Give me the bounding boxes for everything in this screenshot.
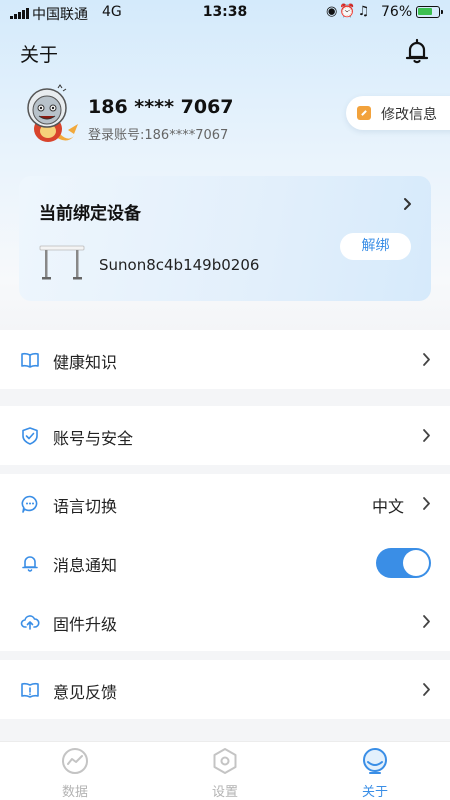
- shield-icon: [22, 427, 38, 445]
- book-icon: [21, 352, 39, 368]
- notification-toggle[interactable]: [376, 548, 431, 578]
- page-title: 关于: [20, 44, 59, 66]
- menu-group-feedback: 意见反馈: [0, 660, 450, 719]
- tab-data[interactable]: 数据: [35, 742, 115, 800]
- menu-label-notification: 消息通知: [53, 556, 118, 575]
- battery-percent: 76%: [381, 4, 413, 20]
- chat-bubble-icon: [21, 495, 38, 513]
- chevron-right-icon: [404, 198, 411, 210]
- battery-icon: [416, 6, 443, 18]
- tab-label-data: 数据: [61, 785, 88, 800]
- menu-label-language: 语言切换: [53, 497, 118, 516]
- edit-profile-button[interactable]: 修改信息: [346, 96, 450, 130]
- chevron-right-icon: [423, 497, 430, 510]
- menu-group-preferences: 语言切换 中文 消息通知 固件升级: [0, 474, 450, 651]
- login-account: 登录账号:186****7067: [88, 128, 229, 143]
- standing-desk-icon: [39, 245, 85, 280]
- bottom-tab-bar: 数据 设置 关于: [0, 741, 450, 800]
- status-bar: 中国联通 4G 13:38 ◉⏰♫ 76%: [0, 0, 450, 26]
- menu-item-language[interactable]: 语言切换 中文: [0, 474, 450, 533]
- chevron-right-icon: [423, 683, 430, 696]
- about-icon: [363, 748, 387, 774]
- unbind-button[interactable]: 解绑: [340, 233, 411, 260]
- chevron-right-icon: [423, 353, 430, 366]
- cloud-upload-icon: [20, 615, 40, 630]
- language-value: 中文: [371, 497, 404, 516]
- device-name: Sunon8c4b149b0206: [99, 256, 260, 274]
- edit-profile-label: 修改信息: [381, 107, 437, 123]
- hexagon-settings-icon: [213, 748, 237, 774]
- menu-item-firmware[interactable]: 固件升级: [0, 592, 450, 651]
- user-phone: 186 **** 7067: [88, 96, 234, 118]
- tab-label-settings: 设置: [211, 785, 238, 800]
- feedback-book-icon: [21, 682, 39, 698]
- battery-fill: [418, 8, 433, 15]
- menu-label-firmware: 固件升级: [53, 615, 118, 634]
- menu-item-feedback[interactable]: 意见反馈: [0, 660, 450, 719]
- menu-item-security[interactable]: 账号与安全: [0, 406, 450, 465]
- toggle-knob: [403, 550, 429, 576]
- device-card-title: 当前绑定设备: [39, 204, 141, 224]
- menu-label-feedback: 意见反馈: [53, 683, 118, 702]
- chevron-right-icon: [423, 429, 430, 442]
- bell-icon: [22, 556, 38, 572]
- menu-group-health: 健康知识: [0, 330, 450, 389]
- menu-item-health[interactable]: 健康知识: [0, 330, 450, 389]
- status-icons: ◉⏰♫: [326, 4, 372, 19]
- menu-group-security: 账号与安全: [0, 406, 450, 465]
- avatar[interactable]: [22, 84, 80, 152]
- bound-device-card[interactable]: 当前绑定设备 Sunon8c4b149b0206 解绑: [19, 176, 431, 301]
- menu-label-health: 健康知识: [53, 353, 118, 372]
- tab-label-about: 关于: [361, 785, 388, 800]
- menu-item-notification: 消息通知: [0, 533, 450, 592]
- tab-settings[interactable]: 设置: [185, 742, 265, 800]
- bell-icon[interactable]: [402, 36, 432, 66]
- chevron-right-icon: [423, 615, 430, 628]
- tab-about[interactable]: 关于: [335, 742, 415, 800]
- edit-icon: [357, 106, 371, 120]
- chart-icon: [62, 748, 88, 774]
- menu-label-security: 账号与安全: [53, 429, 134, 448]
